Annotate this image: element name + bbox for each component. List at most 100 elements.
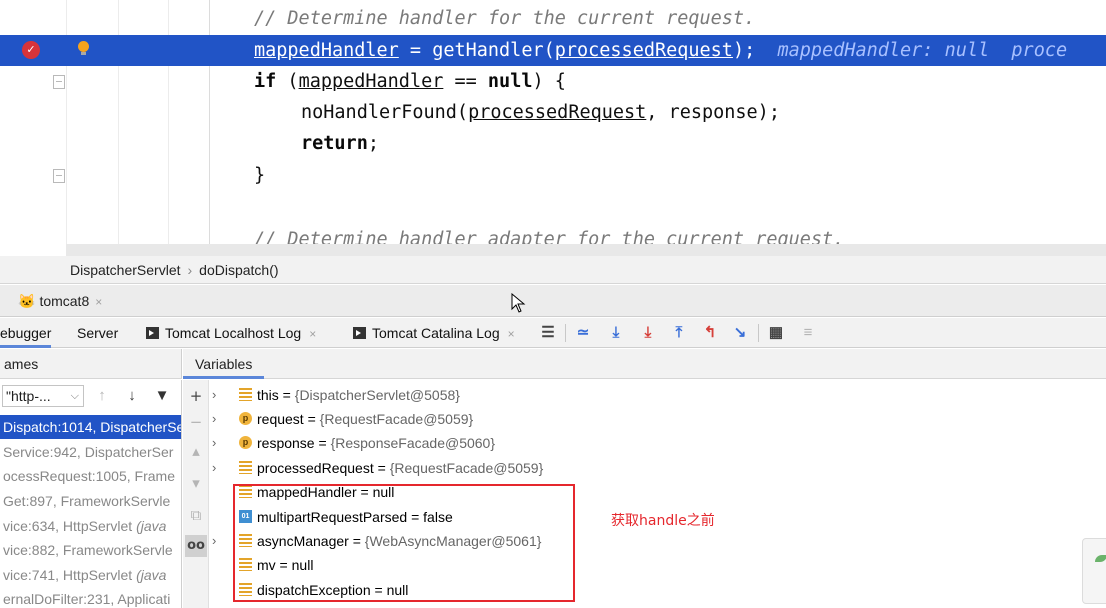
close-icon[interactable]: ×: [309, 327, 316, 341]
breadcrumb-class[interactable]: DispatcherServlet: [70, 262, 181, 278]
breadcrumb-method[interactable]: doDispatch(): [199, 262, 278, 278]
variable-eq: =: [373, 460, 390, 476]
arrow-down-icon[interactable]: ↓: [123, 385, 141, 407]
code-keyword: return: [301, 133, 368, 154]
variable-value: {RequestFacade@5059}: [389, 460, 544, 476]
code-token: processedRequest: [468, 102, 647, 123]
execution-line[interactable]: ✓ mappedHandler = getHandler(processedRe…: [0, 35, 1106, 66]
code-token: );: [732, 40, 756, 61]
breadcrumb-separator: ›: [187, 262, 193, 278]
frame-item[interactable]: ocessRequest:1005, Frame: [0, 464, 181, 488]
field-icon: [239, 388, 252, 401]
step-out-icon[interactable]: ⤒: [668, 322, 690, 344]
variable-name: response: [257, 435, 315, 451]
frame-item[interactable]: Get:897, FrameworkServle: [0, 489, 181, 513]
code-line-comment[interactable]: // Determine handler for the current req…: [0, 3, 1106, 34]
fold-icon[interactable]: [53, 169, 65, 183]
trace-icon[interactable]: ≡: [797, 322, 819, 344]
menu-lines-icon[interactable]: ☰: [537, 322, 559, 344]
code-token: ) {: [532, 71, 566, 92]
thread-select[interactable]: "http-... ⌵: [2, 385, 84, 407]
frame-item[interactable]: vice:634, HttpServlet (java: [0, 514, 181, 538]
close-icon[interactable]: ×: [508, 327, 515, 341]
annotation-text: 获取handle之前: [611, 513, 715, 529]
variable-eq: =: [314, 435, 331, 451]
code-token: }: [254, 165, 266, 186]
lightbulb-icon[interactable]: [78, 41, 89, 55]
frames-panel: "http-... ⌵ ↑ ↓ ▼ Dispatch:1014, Dispatch…: [0, 380, 182, 608]
arrow-up-icon[interactable]: ↑: [93, 385, 111, 407]
fold-icon[interactable]: [53, 75, 65, 89]
breakpoint-icon[interactable]: ✓: [22, 41, 40, 59]
code-token: ;: [367, 133, 379, 154]
expand-arrow-icon[interactable]: ›: [212, 456, 216, 480]
step-into-icon[interactable]: ⤓: [637, 322, 659, 344]
tab-debugger[interactable]: ebugger: [0, 318, 52, 348]
frame-label: Dispatch:1014, DispatcherServ: [3, 419, 182, 435]
code-keyword: null: [487, 71, 533, 92]
filter-icon[interactable]: ▼: [153, 385, 171, 407]
frame-item[interactable]: ernalDoFilter:231, Applicati: [0, 587, 181, 608]
code-token: = getHandler(: [398, 40, 555, 61]
code-token: (: [276, 71, 299, 92]
code-line-if[interactable]: if (mappedHandler == null) {: [0, 66, 1106, 97]
drop-frame-icon[interactable]: ↰: [699, 322, 721, 344]
variables-header: Variables: [183, 349, 1106, 379]
corner-widget[interactable]: [1082, 538, 1106, 604]
frame-item[interactable]: vice:882, FrameworkServle: [0, 538, 181, 562]
variable-eq: =: [278, 387, 295, 403]
code-line-brace[interactable]: }: [0, 160, 1106, 191]
frame-label: vice:882, FrameworkServle: [3, 542, 173, 558]
add-watch-icon[interactable]: +: [185, 385, 207, 407]
parameter-icon: p: [239, 412, 252, 425]
evaluate-expression-icon[interactable]: ▦: [765, 322, 787, 344]
code-token: , response);: [646, 102, 780, 123]
variable-eq: =: [303, 411, 320, 427]
expand-arrow-icon[interactable]: ›: [212, 529, 216, 553]
run-to-cursor-icon[interactable]: ↘: [729, 322, 751, 344]
variables-title[interactable]: Variables: [183, 349, 265, 379]
frame-item[interactable]: Service:942, DispatcherSer: [0, 440, 181, 464]
glasses-icon[interactable]: oo: [185, 535, 207, 557]
variables-tool-column: + − ▴ ▾ ⧉ oo: [183, 380, 209, 608]
tab-tomcat-localhost-log[interactable]: Tomcat Localhost Log ×: [146, 318, 316, 348]
variable-row[interactable]: › p request = {RequestFacade@5059}: [209, 407, 1106, 431]
code-token: mappedHandler: [254, 40, 399, 61]
frame-source: (java: [136, 567, 167, 583]
code-comment: // Determine handler for the current req…: [254, 8, 756, 29]
variable-name: this: [257, 387, 279, 403]
close-icon[interactable]: ×: [95, 295, 102, 309]
variable-name: request: [257, 411, 304, 427]
step-over-icon[interactable]: ⤓: [605, 322, 627, 344]
expand-arrow-icon[interactable]: ›: [212, 431, 216, 455]
expand-arrow-icon[interactable]: ›: [212, 407, 216, 431]
code-line-return[interactable]: return;: [0, 128, 1106, 159]
toolbar-separator: [758, 324, 759, 342]
chevron-down-icon: ⌵: [70, 390, 79, 402]
frames-header: ames: [0, 349, 182, 379]
move-up-icon[interactable]: ▴: [185, 440, 207, 462]
tab-server[interactable]: Server: [77, 318, 118, 348]
variable-row[interactable]: › processedRequest = {RequestFacade@5059…: [209, 456, 1106, 480]
console-icon: [353, 327, 366, 339]
tab-tomcat-catalina-log[interactable]: Tomcat Catalina Log ×: [353, 318, 515, 348]
show-execution-point-icon[interactable]: ≃: [572, 322, 594, 344]
remove-watch-icon[interactable]: −: [185, 411, 207, 433]
expand-arrow-icon[interactable]: ›: [212, 383, 216, 407]
copy-icon[interactable]: ⧉: [185, 504, 207, 526]
tab-tomcat8[interactable]: 🐱 tomcat8 ×: [18, 288, 110, 314]
tab-label: tomcat8: [39, 293, 90, 309]
frame-label: Get:897, FrameworkServle: [3, 493, 171, 509]
frame-item[interactable]: Dispatch:1014, DispatcherServ: [0, 415, 182, 439]
variable-value: {ResponseFacade@5060}: [330, 435, 496, 451]
code-line-call[interactable]: noHandlerFound(processedRequest, respons…: [0, 97, 1106, 128]
horizontal-scrollbar[interactable]: [66, 244, 1106, 256]
tomcat-icon: 🐱: [18, 293, 36, 309]
frame-item[interactable]: vice:741, HttpServlet (java: [0, 563, 181, 587]
variable-row[interactable]: › this = {DispatcherServlet@5058}: [209, 383, 1106, 407]
variable-row[interactable]: › p response = {ResponseFacade@5060}: [209, 431, 1106, 455]
code-token: noHandlerFound(: [301, 102, 469, 123]
move-down-icon[interactable]: ▾: [185, 472, 207, 494]
debugger-toolbar: ebugger Server Tomcat Localhost Log × Tom…: [0, 318, 1106, 348]
code-editor[interactable]: // Determine handler for the current req…: [0, 0, 1106, 256]
